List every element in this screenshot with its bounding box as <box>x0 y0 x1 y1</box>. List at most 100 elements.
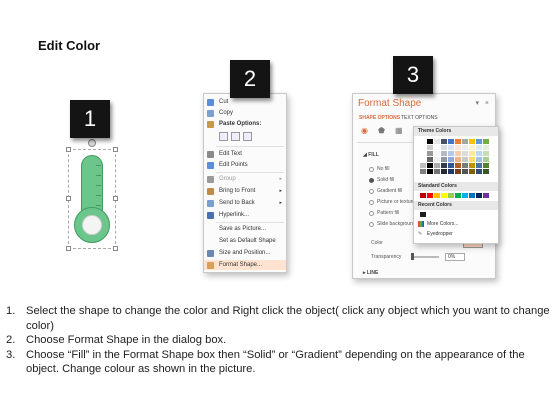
menu-item-hyperlink[interactable]: Hyperlink... <box>204 210 286 220</box>
paste-option-button[interactable] <box>219 132 228 141</box>
color-swatch[interactable] <box>483 193 489 198</box>
menu-item-bring-to-front[interactable]: Bring to Front ▸ <box>204 186 286 196</box>
resize-handle[interactable] <box>113 246 118 251</box>
color-swatch[interactable] <box>434 145 440 150</box>
color-swatch[interactable] <box>441 151 447 156</box>
color-swatch[interactable] <box>427 157 433 162</box>
color-swatch[interactable] <box>455 145 461 150</box>
color-swatch[interactable] <box>462 145 468 150</box>
transparency-slider-handle[interactable] <box>411 253 414 260</box>
pane-controls[interactable]: ▾ × <box>475 99 491 107</box>
color-swatch[interactable] <box>434 169 440 174</box>
resize-handle[interactable] <box>113 196 118 201</box>
color-swatch[interactable] <box>434 151 440 156</box>
color-swatch[interactable] <box>441 157 447 162</box>
color-swatch[interactable] <box>483 157 489 162</box>
color-swatch[interactable] <box>434 157 440 162</box>
color-swatch[interactable] <box>483 151 489 156</box>
radio-gradient-fill[interactable]: Gradient fill <box>369 188 402 194</box>
color-swatch[interactable] <box>441 145 447 150</box>
color-swatch[interactable] <box>441 169 447 174</box>
color-swatch[interactable] <box>420 151 426 156</box>
color-swatch[interactable] <box>476 193 482 198</box>
color-swatch[interactable] <box>455 163 461 168</box>
color-swatch[interactable] <box>476 145 482 150</box>
color-swatch[interactable] <box>441 163 447 168</box>
menu-item-send-to-back[interactable]: Send to Back ▸ <box>204 198 286 208</box>
color-swatch[interactable] <box>462 139 468 144</box>
menu-item-cut[interactable]: Cut <box>204 97 286 107</box>
color-swatch[interactable] <box>455 169 461 174</box>
color-swatch[interactable] <box>462 163 468 168</box>
size-properties-icon[interactable]: ▦ <box>395 126 403 135</box>
color-swatch[interactable] <box>469 139 475 144</box>
menu-item-format-shape[interactable]: Format Shape... <box>204 260 286 270</box>
color-swatch[interactable] <box>441 139 447 144</box>
color-swatch[interactable] <box>469 157 475 162</box>
color-swatch[interactable] <box>483 169 489 174</box>
more-colors-item[interactable]: More Colors... <box>418 221 458 227</box>
color-swatch[interactable] <box>434 163 440 168</box>
color-swatch[interactable] <box>455 157 461 162</box>
color-swatch[interactable] <box>427 139 433 144</box>
color-swatch[interactable] <box>420 163 426 168</box>
color-swatch[interactable] <box>455 139 461 144</box>
resize-handle[interactable] <box>66 147 71 152</box>
color-swatch[interactable] <box>462 157 468 162</box>
color-swatch[interactable] <box>427 193 433 198</box>
color-swatch[interactable] <box>441 193 447 198</box>
color-swatch[interactable] <box>448 139 454 144</box>
color-swatch[interactable] <box>476 139 482 144</box>
color-swatch[interactable] <box>483 145 489 150</box>
color-swatch[interactable] <box>448 169 454 174</box>
paste-option-button[interactable] <box>243 132 252 141</box>
color-swatch[interactable] <box>448 145 454 150</box>
radio-solid-fill[interactable]: Solid fill <box>369 177 394 183</box>
thermometer-shape[interactable] <box>62 139 122 253</box>
tab-shape-options[interactable]: SHAPE OPTIONS <box>359 115 400 121</box>
color-swatch[interactable] <box>483 163 489 168</box>
color-swatch[interactable] <box>420 157 426 162</box>
color-swatch[interactable] <box>462 193 468 198</box>
color-swatch[interactable] <box>448 193 454 198</box>
color-swatch[interactable] <box>462 151 468 156</box>
effects-icon[interactable]: ⬟ <box>378 126 385 135</box>
menu-item-copy[interactable]: Copy <box>204 108 286 118</box>
resize-handle[interactable] <box>113 147 118 152</box>
color-swatch[interactable] <box>427 145 433 150</box>
color-swatch[interactable] <box>469 151 475 156</box>
color-swatch[interactable] <box>420 145 426 150</box>
menu-item-edit-points[interactable]: Edit Points <box>204 160 286 170</box>
color-swatch[interactable] <box>462 169 468 174</box>
fill-section-header[interactable]: ◢ FILL <box>363 152 379 158</box>
transparency-slider[interactable] <box>411 256 439 258</box>
color-swatch[interactable] <box>469 193 475 198</box>
color-swatch[interactable] <box>427 151 433 156</box>
menu-item-edit-text[interactable]: Edit Text <box>204 149 286 159</box>
color-swatch[interactable] <box>455 151 461 156</box>
resize-handle[interactable] <box>66 196 71 201</box>
menu-item-size-and-position[interactable]: Size and Position... <box>204 248 286 258</box>
transparency-input[interactable]: 0% <box>445 253 465 261</box>
menu-item-group[interactable]: Group ▸ <box>204 174 286 184</box>
color-swatch[interactable] <box>455 193 461 198</box>
radio-pattern-fill[interactable]: Pattern fill <box>369 210 399 216</box>
color-swatch[interactable] <box>448 151 454 156</box>
color-swatch[interactable] <box>420 139 426 144</box>
rotate-handle[interactable] <box>88 139 96 147</box>
color-swatch[interactable] <box>427 163 433 168</box>
color-swatch[interactable] <box>448 163 454 168</box>
color-swatch[interactable] <box>476 169 482 174</box>
color-swatch[interactable] <box>427 169 433 174</box>
color-swatch[interactable] <box>469 145 475 150</box>
line-section-header[interactable]: ▸ LINE <box>363 270 378 276</box>
resize-handle[interactable] <box>66 246 71 251</box>
color-swatch[interactable] <box>476 163 482 168</box>
menu-item-save-as-picture[interactable]: Save as Picture... <box>204 224 286 234</box>
color-swatch[interactable] <box>420 212 426 217</box>
tab-text-options[interactable]: TEXT OPTIONS <box>401 115 438 121</box>
eyedropper-item[interactable]: ✎ Eyedropper <box>418 231 453 237</box>
fill-line-icon[interactable]: ◉ <box>361 126 368 135</box>
color-swatch[interactable] <box>483 139 489 144</box>
radio-no-fill[interactable]: No fill <box>369 166 390 172</box>
